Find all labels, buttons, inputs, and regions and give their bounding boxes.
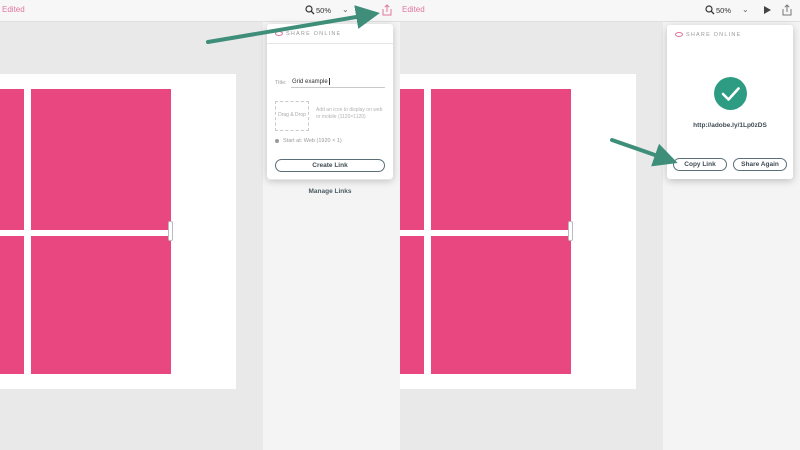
eye-icon <box>675 32 683 38</box>
grid-cell[interactable] <box>400 89 424 230</box>
grid-cell[interactable] <box>431 236 571 374</box>
icon-drop-zone[interactable]: Drag & Drop <box>275 101 309 131</box>
play-icon[interactable] <box>762 5 772 15</box>
title-input-value: Grid example <box>292 79 328 86</box>
popover-header: SHARE ONLINE <box>286 31 342 37</box>
copy-link-button[interactable]: Copy Link <box>673 158 727 171</box>
grid-cell[interactable] <box>0 89 24 230</box>
zoom-level[interactable]: 50% <box>316 6 331 15</box>
success-badge <box>714 77 747 110</box>
popover-header: SHARE ONLINE <box>686 32 742 38</box>
manage-links-link[interactable]: Manage Links <box>267 188 393 195</box>
eye-icon <box>275 31 283 37</box>
toolbar: Edited 50% ⌄ <box>400 0 800 22</box>
start-at-label: Start at: Web (1920 × 1) <box>283 138 342 144</box>
artboard[interactable] <box>0 74 236 389</box>
chevron-down-icon[interactable]: ⌄ <box>342 5 349 14</box>
left-panel: Edited 50% ⌄ SHARE ONLINE Title: Grid ex… <box>0 0 400 450</box>
resize-handle[interactable] <box>168 221 173 241</box>
grid-cell[interactable] <box>400 236 424 374</box>
divider <box>267 179 393 180</box>
artboard[interactable] <box>400 74 636 389</box>
share-again-button[interactable]: Share Again <box>733 158 787 171</box>
share-icon[interactable] <box>381 4 393 16</box>
drop-help-text: Add an icon to display on web or mobile … <box>316 107 383 120</box>
search-icon[interactable] <box>305 5 315 15</box>
grid-cell[interactable] <box>31 236 171 374</box>
divider <box>267 43 393 44</box>
resize-handle[interactable] <box>568 221 573 241</box>
title-input[interactable]: Grid example <box>291 78 385 88</box>
title-label: Title: <box>275 80 287 86</box>
grid-cell[interactable] <box>0 236 24 374</box>
create-link-button[interactable]: Create Link <box>275 159 385 172</box>
text-caret <box>328 78 330 85</box>
share-url[interactable]: http://adobe.ly/1Lp0zDS <box>667 122 793 129</box>
document-title: Edited <box>402 5 425 14</box>
grid-cell[interactable] <box>31 89 171 230</box>
search-icon[interactable] <box>705 5 715 15</box>
chevron-down-icon[interactable]: ⌄ <box>742 5 749 14</box>
document-title: Edited <box>2 5 25 14</box>
radio-bullet <box>275 138 279 143</box>
share-online-popover: SHARE ONLINE http://adobe.ly/1Lp0zDS Cop… <box>667 25 793 179</box>
grid-cell[interactable] <box>431 89 571 230</box>
toolbar: Edited 50% ⌄ <box>0 0 400 22</box>
zoom-level[interactable]: 50% <box>716 6 731 15</box>
checkmark-icon <box>721 87 740 101</box>
share-online-popover: SHARE ONLINE Title: Grid example Drag & … <box>267 24 393 195</box>
start-at-row[interactable]: Start at: Web (1920 × 1) <box>275 138 342 144</box>
share-icon[interactable] <box>781 4 793 16</box>
